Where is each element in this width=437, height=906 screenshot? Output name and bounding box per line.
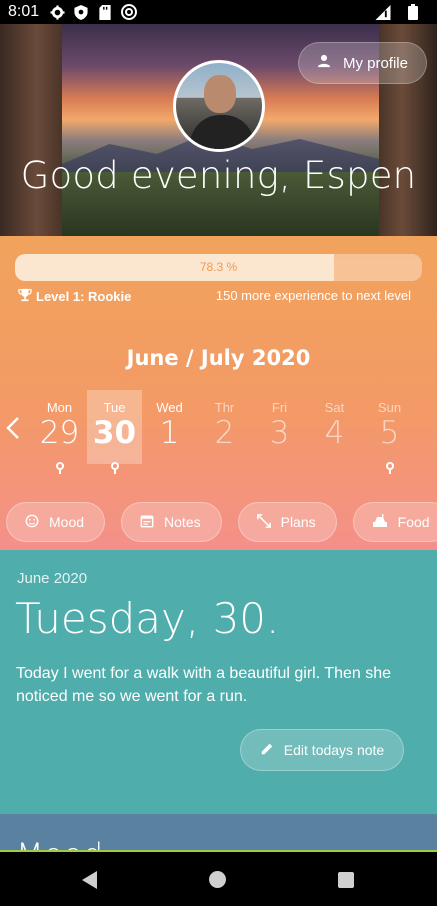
food-icon (372, 513, 388, 531)
entry-marker-icon (385, 462, 394, 474)
note-text: Today I went for a walk with a beautiful… (16, 665, 392, 705)
note-month-year: June 2020 (17, 570, 88, 587)
sd-card-icon (97, 4, 113, 20)
level-row: Level 1: Rookie 150 more experience to n… (18, 288, 411, 305)
day-name: Sun (377, 400, 402, 415)
day-number: 29 (39, 415, 80, 451)
chip-label: Food (397, 514, 430, 530)
avatar[interactable] (173, 60, 265, 152)
calendar-note-icon (140, 514, 154, 531)
day-name: Tue (103, 400, 126, 415)
progress-percent: 78.3 % (199, 260, 238, 274)
at-sign-icon (121, 4, 138, 20)
my-profile-button[interactable]: My profile (297, 42, 427, 84)
settings-gear-icon (49, 4, 65, 20)
system-nav-bar (0, 852, 437, 906)
day-fri[interactable]: Fri 3 (252, 390, 307, 464)
day-name: Fri (271, 400, 288, 415)
status-time: 8:01 (8, 3, 40, 20)
day-mon[interactable]: Mon 29 (32, 390, 87, 474)
chip-mood[interactable]: Mood (6, 502, 106, 542)
day-sat[interactable]: Sat 4 (307, 390, 362, 464)
recents-square-icon[interactable] (338, 872, 354, 888)
shield-icon (73, 4, 89, 20)
day-name: Wed (156, 400, 183, 415)
mood-section-peek: Mood (0, 814, 437, 852)
day-sun[interactable]: Sun 5 (362, 390, 417, 474)
battery-icon (405, 4, 421, 20)
day-note-card: June 2020 Tuesday, 30. Today I went for … (0, 550, 437, 814)
trophy-icon (18, 288, 32, 305)
day-name: Thr (214, 400, 235, 415)
chip-label: Plans (280, 514, 316, 530)
background-wall-left (0, 24, 62, 236)
chip-label: Mood (49, 514, 85, 530)
progress-calendar-section: 78.3 % Level 1: Rookie 150 more experien… (0, 236, 437, 550)
expand-arrows-icon (256, 513, 271, 531)
edit-note-label: Edit todays note (283, 742, 385, 758)
day-thr[interactable]: Thr 2 (197, 390, 252, 464)
day-number: 3 (269, 415, 290, 451)
edit-note-button[interactable]: Edit todays note (240, 729, 404, 771)
day-number: 5 (379, 415, 400, 451)
my-profile-label: My profile (342, 54, 408, 72)
day-tue[interactable]: Tue 30 (87, 390, 142, 474)
chip-food[interactable]: Food (352, 502, 437, 542)
entry-marker-icon (110, 462, 119, 474)
day-number: 4 (324, 415, 345, 451)
experience-progress-bar: 78.3 % (15, 254, 422, 281)
chip-plans[interactable]: Plans (237, 502, 337, 542)
day-wed[interactable]: Wed 1 (142, 390, 197, 464)
pencil-icon (260, 742, 274, 759)
day-number: 2 (214, 415, 235, 451)
level-label: Level 1: Rookie (18, 288, 131, 305)
greeting-title: Good evening, Espen (20, 154, 417, 197)
category-chips: Mood Notes Plans Food (6, 502, 437, 542)
day-number: 1 (159, 415, 180, 451)
chip-notes[interactable]: Notes (121, 502, 222, 542)
avatar-face (204, 75, 236, 113)
day-name: Mon (46, 400, 73, 415)
month-title: June / July 2020 (126, 346, 311, 370)
entry-marker-icon (55, 462, 64, 474)
avatar-shirt (190, 115, 254, 149)
back-triangle-icon[interactable] (82, 871, 97, 889)
chip-label: Notes (164, 514, 201, 530)
status-bar: 8:01 (0, 0, 437, 24)
level-text: Level 1: Rookie (36, 289, 132, 304)
smiley-icon (25, 514, 39, 531)
cellular-signal-icon (375, 4, 391, 20)
previous-week-chevron-icon[interactable] (6, 416, 20, 445)
week-strip: Mon 29 Tue 30 Wed 1 Thr 2 Fri 3 Sat 4 Sun 5 (0, 390, 437, 474)
day-name: Sat (324, 400, 345, 415)
header-hero: My profile Good evening, Espen (0, 24, 437, 236)
next-level-text: 150 more experience to next level (215, 288, 411, 303)
note-day-title: Tuesday, 30. (15, 594, 280, 643)
home-circle-icon[interactable] (209, 871, 226, 888)
person-icon (317, 54, 331, 72)
day-number: 30 (92, 415, 137, 451)
